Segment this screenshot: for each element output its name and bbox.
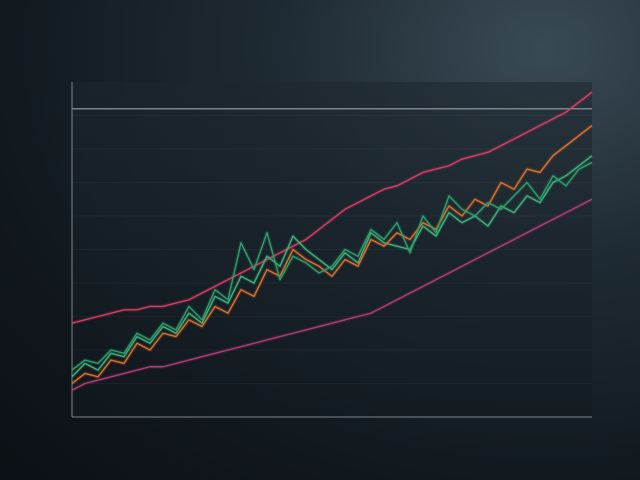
line-chart — [70, 82, 594, 418]
